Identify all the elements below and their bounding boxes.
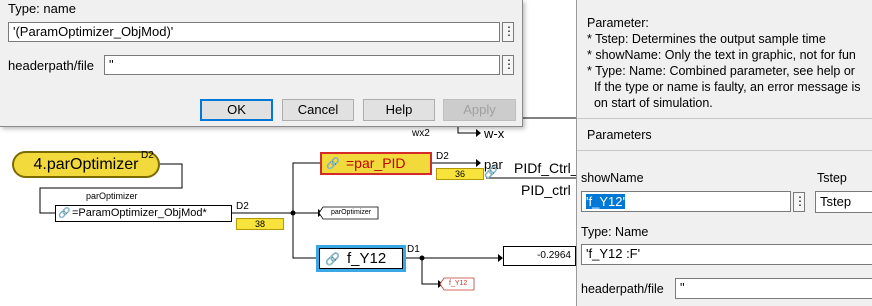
description-line: * Type: Name: Combined parameter, see he…	[587, 64, 855, 78]
showname-label: showName	[581, 171, 644, 185]
headerpath-field[interactable]: "	[675, 278, 872, 299]
par-optimizer-block[interactable]: 4.parOptimizer	[12, 151, 160, 178]
link-icon: 🔗	[484, 167, 498, 179]
link-icon: 🔗	[325, 252, 340, 266]
signal-label-wx2: wx2	[412, 128, 430, 139]
tstep-label: Tstep	[817, 171, 847, 185]
description-line: * Tstep: Determines the output sample ti…	[587, 32, 826, 46]
signal-label-d2-objmod: D2	[236, 201, 249, 212]
link-icon: 🔗	[58, 208, 71, 219]
signal-label-paroptimizer: parOptimizer	[86, 191, 138, 201]
showname-more-button[interactable]: ⋮	[793, 192, 806, 212]
headerpath-field[interactable]: "	[104, 55, 500, 75]
signal-label-d2: D2	[141, 150, 154, 161]
port-label-pid-ctrl: PID_ctrl	[521, 182, 571, 198]
headerpath-label: headerpath/file	[8, 58, 95, 73]
value-display-38: 38	[236, 218, 284, 230]
type-label: Type: name	[8, 1, 76, 16]
type-name-field[interactable]: 'f_Y12 :F'	[581, 244, 872, 265]
objmod-block-label: =ParamOptimizer_ObjMod*	[72, 207, 207, 219]
signal-label-d1: D1	[407, 244, 420, 255]
goto-tag-paroptimizer[interactable]: parOptimizer	[331, 209, 371, 216]
par-pid-block[interactable]: 🔗 =par_PID	[320, 152, 432, 175]
port-label-w-x: w-x	[484, 126, 505, 141]
headerpath-label: headerpath/file	[581, 282, 664, 296]
signal-label-d2-pid: D2	[436, 151, 449, 162]
par-pid-block-label: =par_PID	[346, 155, 406, 171]
headerpath-more-button[interactable]: ⋮	[502, 55, 515, 75]
description-line: * showName: Only the text in graphic, no…	[587, 48, 856, 62]
mask-parameters-panel: Parameter: * Tstep: Determines the outpu…	[576, 0, 872, 306]
parameters-heading: Parameters	[587, 128, 652, 142]
description-line: Parameter:	[587, 16, 649, 30]
f-y12-block[interactable]: 🔗 f_Y12	[316, 245, 406, 272]
link-icon: 🔗	[326, 158, 340, 170]
f-y12-block-label: f_Y12	[347, 250, 387, 267]
value-display-36: 36	[436, 168, 484, 180]
showname-field[interactable]: 'f_Y12'	[581, 191, 791, 212]
description-line: If the type or name is faulty, an error …	[587, 80, 861, 94]
param-optimizer-objmod-block[interactable]: 🔗 =ParamOptimizer_ObjMod*	[55, 205, 232, 222]
type-name-label: Type: Name	[581, 225, 649, 239]
showname-selected-text: 'f_Y12'	[586, 194, 625, 209]
divider	[577, 118, 872, 119]
help-button[interactable]: Help	[363, 99, 435, 121]
display-value: -0.2964	[537, 250, 571, 261]
goto-tag-f-y12[interactable]: f_Y12	[449, 280, 467, 287]
display-block[interactable]: -0.2964	[503, 246, 576, 266]
ok-button[interactable]: OK	[200, 99, 273, 121]
cancel-button[interactable]: Cancel	[282, 99, 354, 121]
type-name-more-button[interactable]: ⋮	[502, 22, 515, 42]
block-parameters-dialog: Type: name '(ParamOptimizer_ObjMod)' ⋮ h…	[0, 0, 523, 127]
tstep-field[interactable]: Tstep	[815, 191, 872, 213]
description-line: on start of simulation.	[587, 96, 713, 110]
type-name-field[interactable]: '(ParamOptimizer_ObjMod)'	[8, 22, 500, 42]
divider	[577, 150, 872, 151]
apply-button[interactable]: Apply	[443, 99, 516, 121]
port-label-pidf-ctrl: PIDf_Ctrl_	[514, 160, 579, 176]
